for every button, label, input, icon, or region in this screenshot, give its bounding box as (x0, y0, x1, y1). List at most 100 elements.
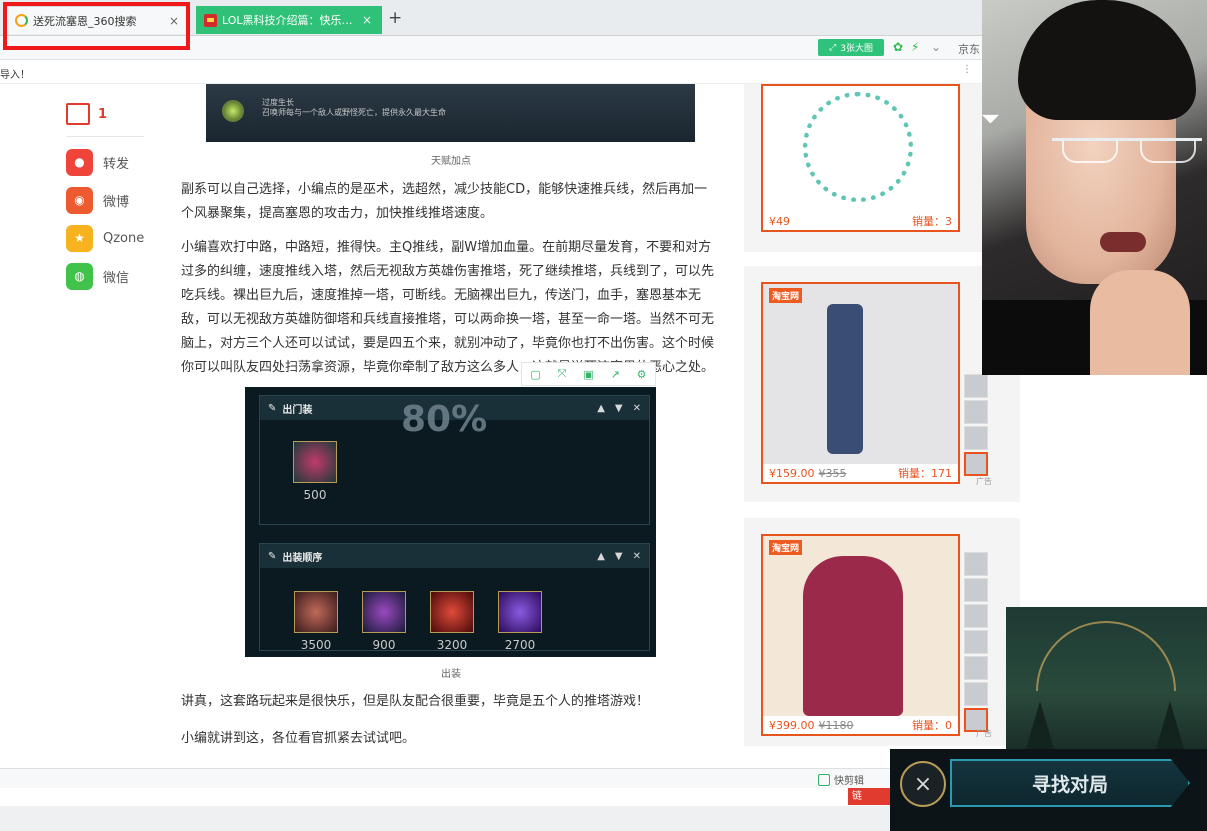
chat-bubble-icon: ● (66, 148, 93, 176)
bracelet-image (803, 92, 913, 202)
bookmark-bar: 导入！ ⋮ (0, 60, 982, 84)
share-weibo[interactable]: ◉ 微博 (66, 181, 156, 219)
item-price: 3500 (300, 638, 332, 652)
red-highlight-annotation (3, 2, 190, 50)
fullscreen-icon[interactable]: ⤧ (558, 367, 567, 381)
share-label: 微信 (103, 270, 130, 286)
close-tab-icon[interactable]: × (360, 13, 374, 27)
chevron-down-icon[interactable]: ⌄ (931, 40, 941, 54)
article-paragraph: 副系可以自己选择，小编点的是巫术，选超然，减少技能CD，能够快速推兵线，然后再加… (181, 182, 708, 221)
big-image-button[interactable]: ⤢ 3张大图 (818, 39, 884, 56)
divider (66, 136, 144, 137)
item-icon (430, 591, 474, 633)
build-item: 900 (362, 591, 406, 652)
tab-article[interactable]: LOL黑科技介绍篇：快乐送死流 × (196, 6, 382, 34)
build-order-panel: ✎ 出装顺序 ▲ ▼ ✕ 3500 900 3200 2700 (259, 543, 650, 652)
cancel-button[interactable]: × (900, 761, 946, 807)
ad-thumbnail[interactable] (964, 656, 988, 680)
rune-screenshot: 过度生长 召唤师每与一个敌人或野怪死亡，提供永久最大生命 (206, 84, 695, 142)
ad-price-bar: ¥159.00 ¥355 销量：171 (763, 464, 958, 482)
toolbar-link[interactable]: 京东 (958, 41, 980, 57)
tree-shape (1156, 701, 1184, 749)
streamer-mouth (1100, 232, 1146, 252)
item-icon (293, 441, 337, 483)
ad-sales: 销量：0 (912, 719, 952, 732)
ad-card[interactable]: 淘宝网 ¥399.00 ¥1180 销量：0 广告 (744, 518, 1020, 746)
ad-price: ¥49 (769, 214, 790, 228)
share-wechat[interactable]: ◍ 微信 (66, 257, 156, 295)
item-price: 500 (303, 488, 327, 502)
expand-icon: ⤢ (829, 42, 837, 53)
article-paragraph: 小编喜欢打中路，中路短，推得快。主Q推线，副W增加血量。在前期尽量发育，不要和对… (181, 240, 715, 375)
article-paragraph: 小编就讲到这，各位看官抓紧去试试吧。 (181, 731, 416, 746)
close-icon: ✕ (632, 402, 641, 414)
lightning-icon[interactable]: ⚡ (911, 40, 919, 54)
share-icon[interactable]: ↗ (611, 368, 620, 381)
screen: 送死流塞恩_360搜索 × LOL黑科技介绍篇：快乐送死流 × + ⤢ 3张大图… (0, 0, 1207, 831)
share-repost[interactable]: ● 转发 (66, 143, 156, 181)
down-arrow-icon: ▼ (614, 550, 623, 562)
up-arrow-icon: ▲ (597, 402, 605, 414)
ad-sales: 销量：3 (912, 215, 952, 228)
item-price: 2700 (504, 638, 536, 652)
ad-thumbnail[interactable] (964, 578, 988, 602)
share-label: Qzone (103, 230, 145, 246)
gear-icon[interactable]: ✿ (893, 40, 903, 54)
red-tag-button[interactable]: 链 (848, 788, 890, 805)
jeans-image (827, 304, 863, 454)
ad-thumbnail[interactable] (964, 630, 988, 654)
more-icon[interactable]: ⋮ (962, 64, 972, 75)
clip-tool-button[interactable]: 快剪辑 (818, 772, 864, 787)
comment-icon (66, 103, 90, 125)
streamer-hair (1018, 0, 1196, 120)
big-image-label: 3张大图 (840, 44, 873, 54)
item-icon (294, 591, 338, 633)
new-tab-button[interactable]: + (388, 8, 402, 28)
import-bookmarks-link[interactable]: 导入！ (0, 66, 30, 81)
article-paragraph: 讲真，这套路玩起来是很快乐，但是队友配合很重要，毕竟是五个人的推塔游戏！ (181, 694, 650, 709)
ad-price-bar: ¥49 销量：3 (763, 212, 958, 230)
taobao-logo: 淘宝网 (769, 288, 803, 303)
panel-title: 出装顺序 (282, 552, 323, 564)
matchmaking-bar: × 寻找对局 (890, 749, 1207, 831)
site-favicon-icon (204, 13, 217, 27)
tab-title: LOL黑科技介绍篇：快乐送死流 (222, 14, 360, 27)
bottom-band (0, 806, 890, 831)
ad-thumbnail[interactable] (964, 604, 988, 628)
ad-thumbnail-selected[interactable] (964, 452, 988, 476)
ad-label: 广告 (976, 477, 992, 486)
rune-icon (222, 100, 244, 122)
game-client-background (1006, 607, 1207, 749)
ad-label: 广告 (976, 729, 992, 738)
item-icon (498, 591, 542, 633)
ad-card[interactable]: ¥49 销量：3 (744, 84, 1020, 252)
comment-button[interactable]: 1 (66, 100, 156, 128)
ad-original-price: ¥1180 (818, 718, 854, 732)
copy-icon[interactable]: ▢ (530, 368, 540, 381)
share-label: 转发 (103, 156, 130, 172)
panel-header: ✎ 出装顺序 ▲ ▼ ✕ (260, 544, 649, 568)
find-match-button[interactable]: 寻找对局 (950, 759, 1190, 807)
ad-thumbnail[interactable] (964, 400, 988, 424)
ad-card[interactable]: 淘宝网 ¥159.00 ¥355 销量：171 广告 (744, 266, 1020, 502)
ad-thumbnails (964, 374, 994, 478)
loading-percent: 80% (401, 399, 488, 440)
ad-frame: ¥49 销量：3 (761, 84, 960, 232)
save-icon[interactable]: ▣ (583, 368, 593, 381)
browser-status-bar: 快剪辑 (0, 768, 890, 788)
share-label: 微博 (103, 194, 130, 210)
ad-thumbnail[interactable] (964, 552, 988, 576)
wechat-icon: ◍ (66, 262, 93, 290)
item-build-screenshot: ✎ 出门装 ▲ ▼ ✕ 500 80% ✎ 出装顺序 ▲ ▼ ✕ 3500 900 (245, 387, 656, 657)
ad-thumbnail[interactable] (964, 682, 988, 706)
ad-thumbnail[interactable] (964, 426, 988, 450)
ad-price: ¥159.00 (769, 466, 815, 480)
close-icon: ✕ (632, 550, 641, 562)
star-icon: ★ (66, 224, 93, 252)
ad-thumbnail[interactable] (964, 374, 988, 398)
settings-icon[interactable]: ⚙ (637, 368, 647, 381)
ad-price: ¥399.00 (769, 718, 815, 732)
share-qzone[interactable]: ★ Qzone (66, 219, 156, 257)
panel-title: 出门装 (282, 404, 313, 416)
ad-price-bar: ¥399.00 ¥1180 销量：0 (763, 716, 958, 734)
